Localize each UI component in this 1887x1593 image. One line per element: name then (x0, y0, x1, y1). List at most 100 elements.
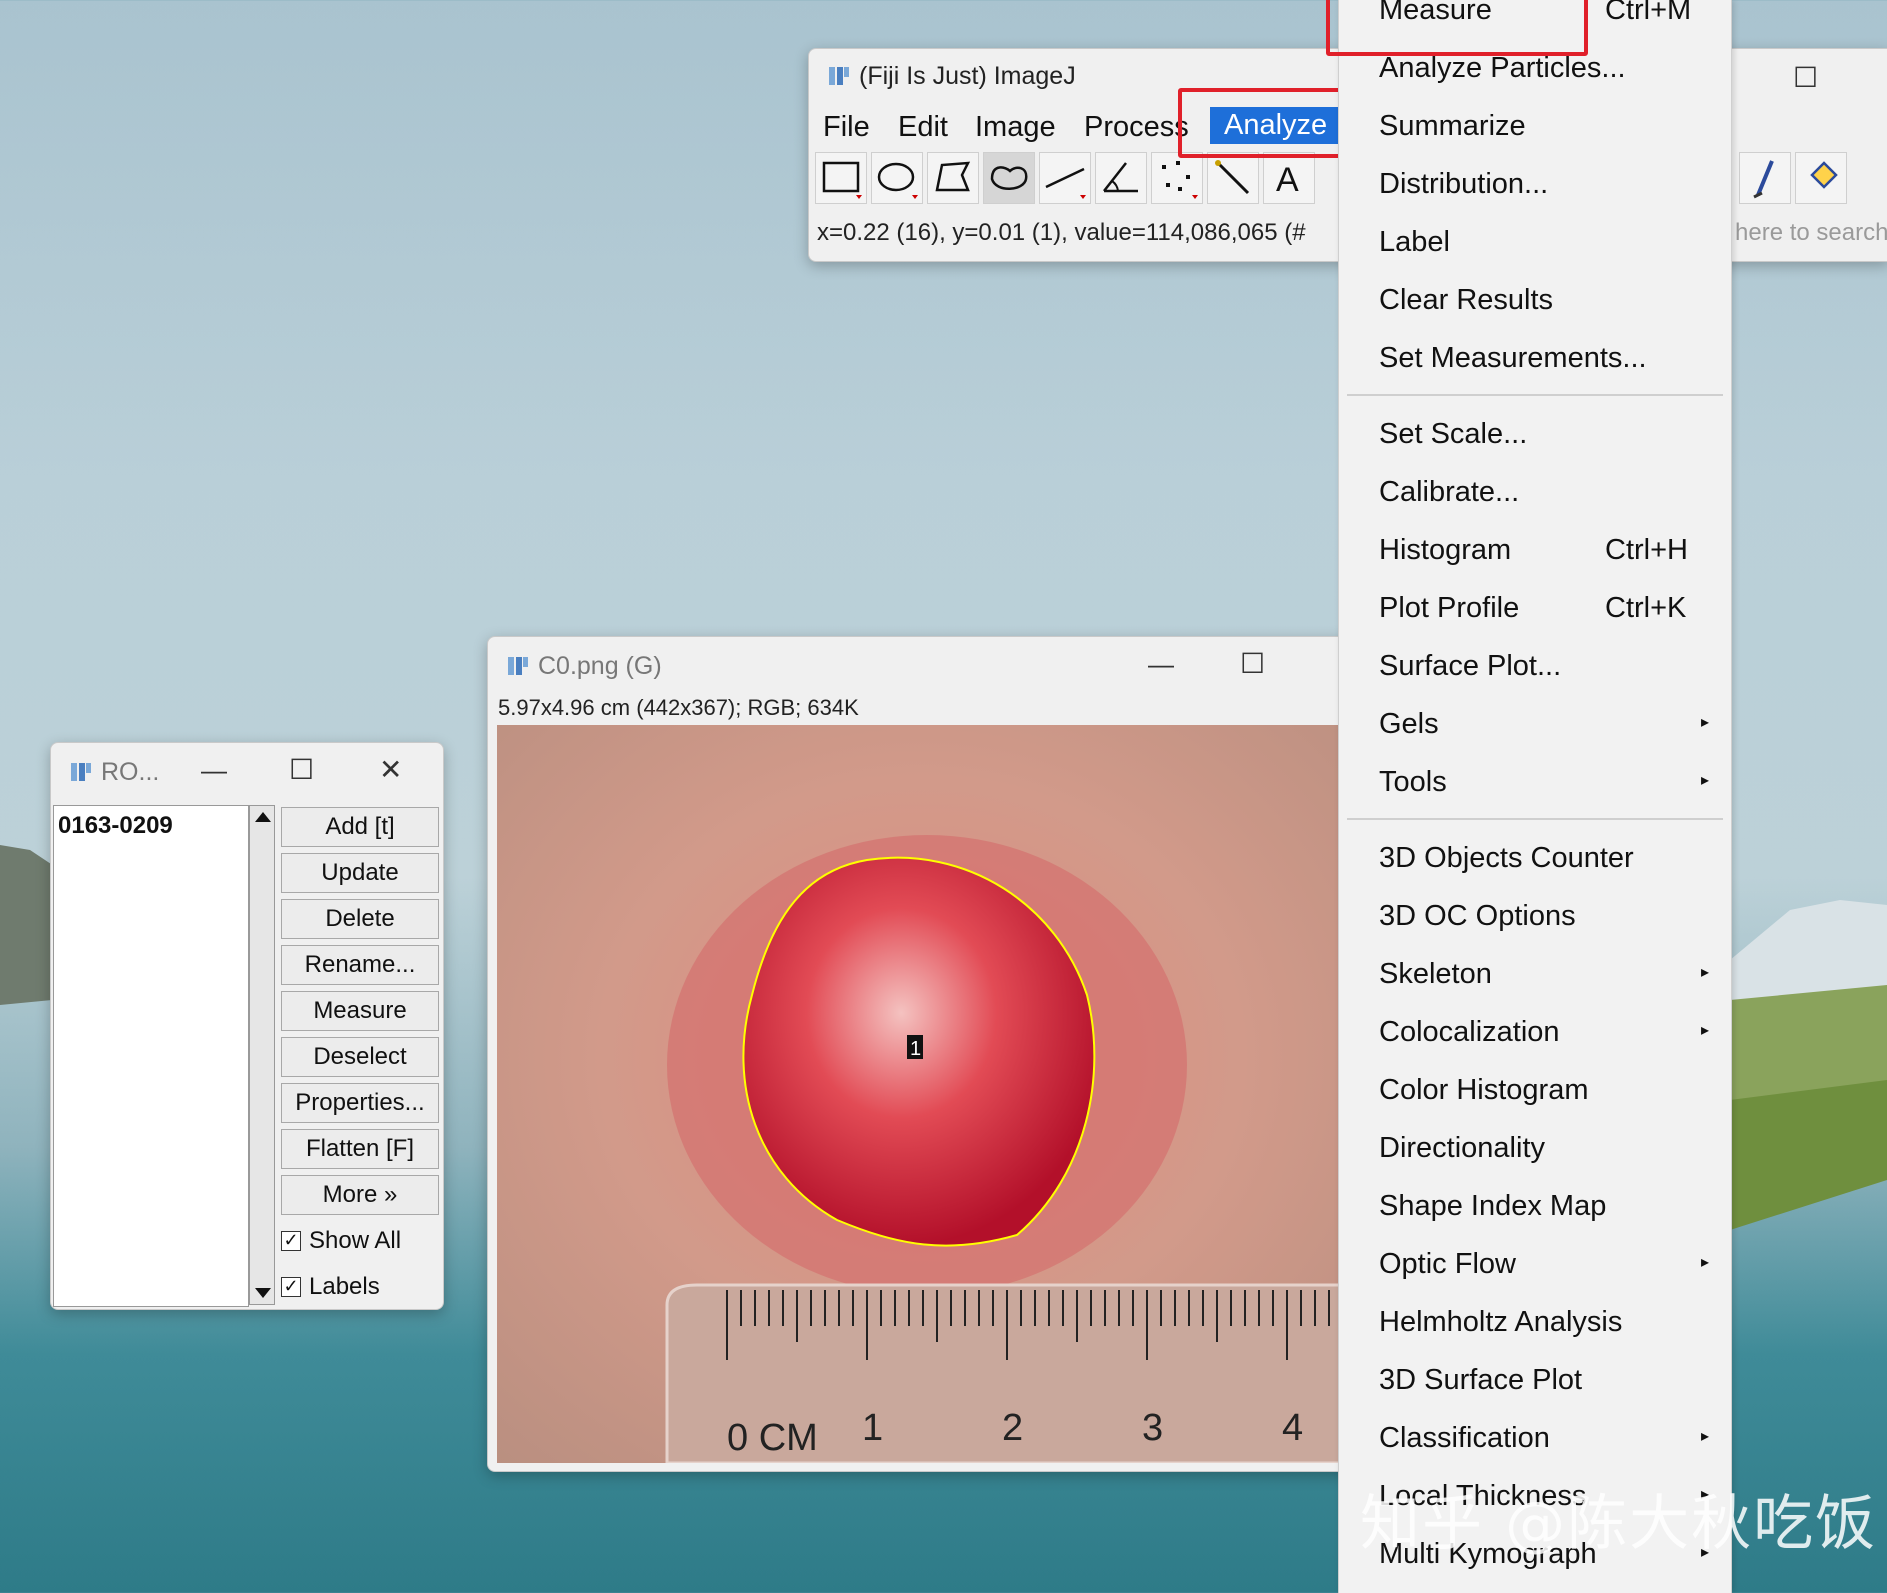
ruler-label-1: 1 (862, 1407, 883, 1449)
svg-text:A: A (1276, 161, 1299, 199)
wound-image-canvas[interactable]: 1 0 CM 1 2 3 4 (497, 725, 1345, 1463)
scroll-down-icon[interactable] (255, 1288, 271, 1298)
brush-tool-icon (1753, 160, 1774, 199)
menu-item-label[interactable]: Label (1379, 226, 1450, 259)
roi-list-scrollbar[interactable] (249, 805, 275, 1305)
menu-item-surface-plot[interactable]: Surface Plot... (1379, 650, 1561, 683)
show-all-checkbox[interactable]: ✓ Show All (281, 1227, 401, 1255)
menu-item-skeleton[interactable]: Skeleton (1379, 958, 1492, 991)
submenu-arrow-icon: ▸ (1701, 964, 1710, 981)
search-hint[interactable]: here to search (1735, 219, 1887, 247)
image-window: C0.png (G) — ☐ 5.97x4.96 cm (442x367); R… (487, 636, 1389, 1472)
menu-separator (1347, 394, 1723, 396)
menu-item-3d-surface-plot[interactable]: 3D Surface Plot (1379, 1364, 1582, 1397)
imagej-logo-icon (827, 64, 851, 88)
imagej-logo-icon (506, 654, 530, 678)
measure-button[interactable]: Measure (281, 991, 439, 1031)
menu-item-distribution[interactable]: Distribution... (1379, 168, 1548, 201)
menu-item-color-histogram[interactable]: Color Histogram (1379, 1074, 1589, 1107)
polygon-tool[interactable] (927, 152, 979, 204)
menu-file[interactable]: File (823, 111, 870, 144)
delete-button[interactable]: Delete (281, 899, 439, 939)
show-all-label: Show All (309, 1227, 402, 1254)
menu-item-histogram[interactable]: Histogram (1379, 534, 1511, 567)
oval-tool[interactable] (871, 152, 923, 204)
menu-item-shape-index-map[interactable]: Shape Index Map (1379, 1190, 1606, 1223)
menu-item-set-scale[interactable]: Set Scale... (1379, 418, 1527, 451)
paint-bucket-icon (1810, 161, 1838, 189)
labels-label: Labels (309, 1273, 380, 1300)
submenu-arrow-icon: ▸ (1701, 1254, 1710, 1271)
ruler-label-2: 2 (1002, 1407, 1023, 1449)
rename-button[interactable]: Rename... (281, 945, 439, 985)
menu-item-gels[interactable]: Gels (1379, 708, 1439, 741)
add-button[interactable]: Add [t] (281, 807, 439, 847)
multipoint-tool[interactable] (1151, 152, 1203, 204)
wand-tool[interactable] (1207, 152, 1259, 204)
text-tool-icon: A (1276, 161, 1299, 199)
menu-process[interactable]: Process (1084, 111, 1189, 144)
rectangle-tool-icon (822, 161, 862, 199)
ruler-label-0: 0 CM (727, 1417, 818, 1459)
menu-item-set-measurements[interactable]: Set Measurements... (1379, 342, 1647, 375)
checkmark-icon: ✓ (281, 1231, 301, 1251)
menu-item-classification[interactable]: Classification (1379, 1422, 1550, 1455)
status-bar: x=0.22 (16), y=0.01 (1), value=114,086,0… (817, 219, 1306, 246)
menu-item-directionality[interactable]: Directionality (1379, 1132, 1545, 1165)
maximize-button[interactable]: ☐ (289, 753, 314, 786)
menu-item-analyze-particles[interactable]: Analyze Particles... (1379, 52, 1626, 85)
angle-tool-icon (1103, 162, 1138, 193)
submenu-arrow-icon: ▸ (1701, 714, 1710, 731)
shortcut-plot-profile: Ctrl+K (1605, 592, 1687, 624)
roi-number-label: 1 (910, 1038, 921, 1060)
menu-item-summarize[interactable]: Summarize (1379, 110, 1526, 143)
freehand-tool[interactable] (983, 152, 1035, 204)
menu-item-helmholtz-analysis[interactable]: Helmholtz Analysis (1379, 1306, 1622, 1339)
line-tool-icon (1045, 167, 1086, 199)
window-title: (Fiji Is Just) ImageJ (859, 61, 1076, 90)
menu-item-3d-objects-counter[interactable]: 3D Objects Counter (1379, 842, 1634, 875)
menu-item-clear-results[interactable]: Clear Results (1379, 284, 1553, 317)
analyze-highlight-box (1178, 88, 1364, 158)
menu-image[interactable]: Image (975, 111, 1056, 144)
submenu-arrow-icon: ▸ (1701, 1022, 1710, 1039)
submenu-arrow-icon: ▸ (1701, 1428, 1710, 1445)
imagej-logo-icon (69, 760, 93, 784)
update-button[interactable]: Update (281, 853, 439, 893)
menu-item-tools[interactable]: Tools (1379, 766, 1447, 799)
deselect-button[interactable]: Deselect (281, 1037, 439, 1077)
fill-tool[interactable] (1795, 152, 1847, 204)
ruler-label-4: 4 (1282, 1407, 1303, 1449)
watermark-text: 知乎 @陈大秋吃饭 (1360, 1489, 1878, 1559)
ruler-label-3: 3 (1142, 1407, 1163, 1449)
list-item[interactable]: 0163-0209 (54, 806, 248, 846)
maximize-button[interactable]: ☐ (1240, 647, 1265, 680)
multipoint-tool-icon (1162, 161, 1198, 199)
line-tool[interactable] (1039, 152, 1091, 204)
menu-item-3d-oc-options[interactable]: 3D OC Options (1379, 900, 1576, 933)
image-info: 5.97x4.96 cm (442x367); RGB; 634K (498, 695, 859, 720)
minimize-button[interactable]: — (201, 755, 227, 786)
menu-item-optic-flow[interactable]: Optic Flow (1379, 1248, 1516, 1281)
menu-edit[interactable]: Edit (898, 111, 948, 144)
more-button[interactable]: More » (281, 1175, 439, 1215)
rectangle-tool[interactable] (815, 152, 867, 204)
maximize-button[interactable]: ☐ (1793, 61, 1818, 94)
minimize-button[interactable]: — (1148, 649, 1174, 680)
menu-item-colocalization[interactable]: Colocalization (1379, 1016, 1560, 1049)
menu-item-plot-profile[interactable]: Plot Profile (1379, 592, 1519, 625)
labels-checkbox[interactable]: ✓ Labels (281, 1273, 380, 1301)
brush-tool[interactable] (1739, 152, 1791, 204)
roi-manager-window: RO... — ☐ ✕ 0163-0209 Add [t] Update Del… (50, 742, 444, 1310)
angle-tool[interactable] (1095, 152, 1147, 204)
freehand-tool-icon (990, 166, 1028, 190)
roi-list[interactable]: 0163-0209 (53, 805, 249, 1307)
submenu-arrow-icon: ▸ (1701, 772, 1710, 789)
text-tool[interactable]: A (1263, 152, 1315, 204)
menu-item-calibrate[interactable]: Calibrate... (1379, 476, 1519, 509)
scroll-up-icon[interactable] (255, 812, 271, 822)
close-button[interactable]: ✕ (379, 753, 402, 786)
properties-button[interactable]: Properties... (281, 1083, 439, 1123)
analyze-dropdown-menu: Measure Ctrl+M Analyze Particles... Summ… (1338, 0, 1732, 1593)
flatten-button[interactable]: Flatten [F] (281, 1129, 439, 1169)
